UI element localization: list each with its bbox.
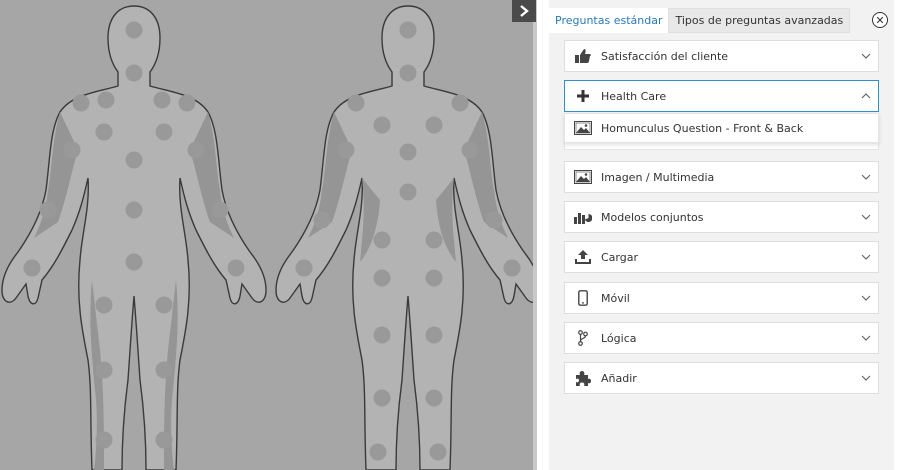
body-region-dot[interactable] [295, 259, 313, 277]
body-region-dot[interactable] [95, 361, 113, 379]
body-region-dot[interactable] [153, 91, 171, 109]
accordion-conjoint-models[interactable]: Modelos conjuntos [564, 201, 879, 233]
tab-advanced-question-types[interactable]: Tipos de preguntas avanzadas [668, 8, 851, 33]
body-region-dot[interactable] [425, 269, 443, 287]
accordion-label: Satisfacción del cliente [601, 49, 729, 63]
body-region-dot[interactable] [23, 259, 41, 277]
body-region-dot[interactable] [63, 141, 81, 159]
bar-pie-chart-icon [565, 210, 601, 224]
body-region-dot[interactable] [347, 94, 365, 112]
tab-standard-questions[interactable]: Preguntas estándar [549, 8, 669, 33]
chevron-down-icon [854, 214, 878, 220]
upload-icon [565, 250, 601, 264]
image-icon [565, 121, 601, 135]
chevron-down-icon [854, 335, 878, 341]
body-region-dot[interactable] [399, 143, 417, 161]
body-figures [1, 5, 533, 470]
body-region-dot[interactable] [125, 21, 143, 39]
panel-tabs: Preguntas estándar Tipos de preguntas av… [549, 8, 851, 33]
accordion-label: Modelos conjuntos [601, 210, 704, 224]
accordion-health-care[interactable]: Health Care [564, 80, 879, 112]
body-region-dot[interactable] [425, 326, 443, 344]
chevron-down-icon [854, 53, 878, 59]
image-icon [565, 170, 601, 184]
body-region-dot[interactable] [369, 443, 387, 461]
body-region-dot[interactable] [95, 296, 113, 314]
body-region-dot[interactable] [461, 141, 479, 159]
chevron-right-icon [520, 5, 529, 17]
accordion-label: Añadir [601, 371, 637, 385]
accordion-upload[interactable]: Cargar [564, 241, 879, 273]
body-region-dot[interactable] [337, 141, 355, 159]
accordion-image-multimedia[interactable]: Imagen / Multimedia [564, 161, 879, 193]
body-region-dot[interactable] [373, 326, 391, 344]
accordion-label: Health Care [601, 89, 667, 103]
plus-icon [565, 90, 601, 102]
body-region-dot[interactable] [211, 201, 229, 219]
accordion-label: Lógica [601, 331, 637, 345]
body-region-dot[interactable] [425, 231, 443, 249]
body-region-dot[interactable] [178, 94, 196, 112]
body-region-dot[interactable] [155, 296, 173, 314]
accordion-add[interactable]: Añadir [564, 362, 879, 394]
chevron-down-icon [854, 174, 878, 180]
dropdown-item-label: Homunculus Question - Front & Back [601, 121, 804, 135]
body-region-dot[interactable] [155, 431, 173, 449]
puzzle-icon [565, 370, 601, 386]
chevron-down-icon [854, 254, 878, 260]
body-region-dot[interactable] [425, 389, 443, 407]
body-region-dot[interactable] [97, 91, 115, 109]
dropdown-item-homunculus[interactable]: Homunculus Question - Front & Back [564, 113, 879, 143]
close-icon: ✕ [875, 13, 885, 27]
chevron-down-icon [854, 295, 878, 301]
body-region-dot[interactable] [95, 431, 113, 449]
body-region-dot[interactable] [125, 253, 143, 271]
body-region-dot[interactable] [313, 211, 331, 229]
mobile-icon [565, 290, 601, 306]
body-region-dot[interactable] [72, 94, 90, 112]
body-region-dot[interactable] [125, 201, 143, 219]
body-region-dot[interactable] [187, 141, 205, 159]
branch-icon [565, 330, 601, 346]
accordion-label: Imagen / Multimedia [601, 170, 715, 184]
body-region-dot[interactable] [155, 361, 173, 379]
body-region-dot[interactable] [95, 123, 113, 141]
close-panel-button[interactable]: ✕ [872, 12, 888, 28]
dropdown-bottom-edge [564, 143, 879, 150]
collapse-panel-button[interactable] [512, 0, 536, 22]
accordion-label: Móvil [601, 291, 630, 305]
accordion-label: Cargar [601, 250, 638, 264]
accordion-customer-satisfaction[interactable]: Satisfacción del cliente [564, 40, 879, 72]
body-region-dot[interactable] [125, 64, 143, 82]
accordion-logic[interactable]: Lógica [564, 322, 879, 354]
chevron-down-icon [854, 375, 878, 381]
body-region-dot[interactable] [429, 443, 447, 461]
accordion-mobile[interactable]: Móvil [564, 282, 879, 314]
body-region-dot[interactable] [373, 269, 391, 287]
body-region-dot[interactable] [425, 116, 443, 134]
body-region-dot[interactable] [399, 64, 417, 82]
body-region-dot[interactable] [227, 259, 245, 277]
body-region-dot[interactable] [451, 94, 469, 112]
body-region-dot[interactable] [373, 389, 391, 407]
body-region-dot[interactable] [399, 21, 417, 39]
body-region-dot[interactable] [373, 231, 391, 249]
thumbs-up-icon [565, 49, 601, 63]
question-types-panel: Preguntas estándar Tipos de preguntas av… [537, 0, 900, 470]
body-region-dot[interactable] [125, 151, 143, 169]
body-region-dot[interactable] [399, 183, 417, 201]
body-region-dot[interactable] [39, 201, 57, 219]
body-region-dot[interactable] [373, 116, 391, 134]
body-region-dot[interactable] [503, 259, 521, 277]
body-region-dot[interactable] [485, 211, 503, 229]
body-region-dot[interactable] [155, 123, 173, 141]
homunculus-canvas[interactable] [0, 0, 533, 470]
chevron-up-icon [854, 93, 878, 99]
